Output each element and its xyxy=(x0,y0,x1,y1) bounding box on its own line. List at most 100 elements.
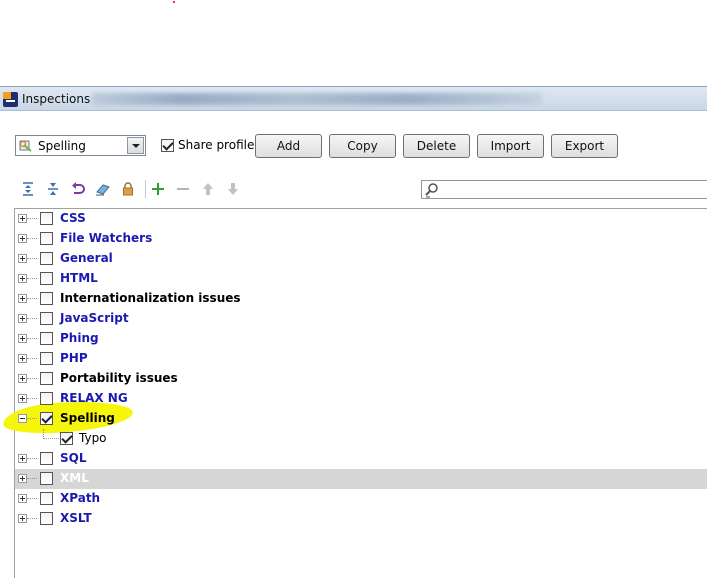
title-bar[interactable]: Inspections xyxy=(0,87,707,111)
move-up-icon[interactable] xyxy=(200,181,216,197)
expand-toggle-icon[interactable] xyxy=(18,374,27,383)
export-button[interactable]: Export xyxy=(551,134,618,158)
tree-label: XML xyxy=(60,471,89,485)
tree-connector xyxy=(27,378,37,379)
tree-label: Typo xyxy=(79,431,107,445)
tree-row-phing[interactable]: Phing xyxy=(15,329,707,349)
search-input[interactable] xyxy=(421,180,707,199)
expand-toggle-icon[interactable] xyxy=(18,214,27,223)
toolbar-separator xyxy=(145,180,146,198)
tree-label: PHP xyxy=(60,351,88,365)
expand-toggle-icon[interactable] xyxy=(18,394,27,403)
tree-row-javascript[interactable]: JavaScript xyxy=(15,309,707,329)
tree-checkbox[interactable] xyxy=(40,212,53,225)
tree-checkbox[interactable] xyxy=(40,472,53,485)
tree-row-internationalization-issues[interactable]: Internationalization issues xyxy=(15,289,707,309)
expand-toggle-icon[interactable] xyxy=(18,274,27,283)
tree-row-file-watchers[interactable]: File Watchers xyxy=(15,229,707,249)
tree-label: JavaScript xyxy=(60,311,129,325)
tree-row-xml[interactable]: XML xyxy=(15,469,707,489)
expand-toggle-icon[interactable] xyxy=(18,314,27,323)
tree-label: Spelling xyxy=(60,411,115,425)
profile-value: Spelling xyxy=(38,139,86,153)
profile-icon xyxy=(19,140,32,152)
tree-row-xpath[interactable]: XPath xyxy=(15,489,707,509)
expand-toggle-icon[interactable] xyxy=(18,254,27,263)
tree-label: SQL xyxy=(60,451,87,465)
share-profile-checkbox[interactable] xyxy=(161,139,174,152)
profile-select[interactable]: Spelling xyxy=(15,135,146,156)
lock-icon[interactable] xyxy=(120,181,136,197)
tree-label: Portability issues xyxy=(60,371,178,385)
expand-toggle-icon[interactable] xyxy=(18,294,27,303)
tree-connector xyxy=(27,338,37,339)
expand-toggle-icon[interactable] xyxy=(18,454,27,463)
tree-checkbox[interactable] xyxy=(40,252,53,265)
expand-toggle-icon[interactable] xyxy=(18,354,27,363)
phpstorm-icon xyxy=(3,92,18,107)
tree-connector xyxy=(27,458,37,459)
expand-all-icon[interactable] xyxy=(20,181,36,197)
tree-connector xyxy=(27,478,37,479)
tree-row-css[interactable]: CSS xyxy=(15,209,707,229)
tree-checkbox[interactable] xyxy=(40,312,53,325)
add-icon[interactable] xyxy=(150,181,166,197)
tree-label: File Watchers xyxy=(60,231,153,245)
tree-checkbox[interactable] xyxy=(40,352,53,365)
tree-connector xyxy=(27,358,37,359)
remove-icon[interactable] xyxy=(175,181,191,197)
tree-checkbox[interactable] xyxy=(40,452,53,465)
tree-row-sql[interactable]: SQL xyxy=(15,449,707,469)
tree-connector xyxy=(27,218,37,219)
eraser-icon[interactable] xyxy=(95,181,111,197)
tree-label: XSLT xyxy=(60,511,92,525)
tree-row-relax-ng[interactable]: RELAX NG xyxy=(15,389,707,409)
tree-checkbox[interactable] xyxy=(40,232,53,245)
tree-connector xyxy=(27,498,37,499)
import-button[interactable]: Import xyxy=(477,134,544,158)
tree-label: RELAX NG xyxy=(60,391,128,405)
share-profile-label: Share profile xyxy=(178,138,255,152)
expand-toggle-icon[interactable] xyxy=(18,514,27,523)
tree-connector xyxy=(27,398,37,399)
tree-connector xyxy=(27,238,37,239)
tree-row-html[interactable]: HTML xyxy=(15,269,707,289)
blurred-path xyxy=(92,93,542,105)
add-button[interactable]: Add xyxy=(255,134,322,158)
tree-row-spelling[interactable]: Spelling xyxy=(15,409,707,429)
expand-toggle-icon[interactable] xyxy=(18,474,27,483)
expand-toggle-icon[interactable] xyxy=(18,234,27,243)
tree-label: CSS xyxy=(60,211,86,225)
tree-checkbox[interactable] xyxy=(40,372,53,385)
tree-checkbox[interactable] xyxy=(40,412,53,425)
tree-connector xyxy=(27,518,37,519)
move-down-icon[interactable] xyxy=(225,181,241,197)
expand-toggle-icon[interactable] xyxy=(18,494,27,503)
reset-icon[interactable] xyxy=(70,181,86,197)
expand-toggle-icon[interactable] xyxy=(18,334,27,343)
tree-label: General xyxy=(60,251,113,265)
collapse-all-icon[interactable] xyxy=(45,181,61,197)
tree-checkbox[interactable] xyxy=(40,332,53,345)
inspection-tree: CSS File Watchers General HTML International… xyxy=(2,208,707,578)
tree-label: Phing xyxy=(60,331,99,345)
collapse-toggle-icon[interactable] xyxy=(18,414,27,423)
tree-label: XPath xyxy=(60,491,101,505)
tree-connector xyxy=(27,278,37,279)
tree-checkbox[interactable] xyxy=(40,392,53,405)
tree-checkbox[interactable] xyxy=(40,272,53,285)
tree-connector xyxy=(27,258,37,259)
tree-row-php[interactable]: PHP xyxy=(15,349,707,369)
tree-checkbox[interactable] xyxy=(40,492,53,505)
tree-row-portability-issues[interactable]: Portability issues xyxy=(15,369,707,389)
tree-row-typo[interactable]: Typo xyxy=(15,429,707,449)
tree-checkbox[interactable] xyxy=(60,432,73,445)
tree-checkbox[interactable] xyxy=(40,512,53,525)
tree-row-xslt[interactable]: XSLT xyxy=(15,509,707,529)
tree-row-general[interactable]: General xyxy=(15,249,707,269)
tree-label: Internationalization issues xyxy=(60,291,241,305)
chevron-down-icon[interactable] xyxy=(127,137,144,154)
tree-checkbox[interactable] xyxy=(40,292,53,305)
copy-button[interactable]: Copy xyxy=(329,134,396,158)
delete-button[interactable]: Delete xyxy=(403,134,470,158)
